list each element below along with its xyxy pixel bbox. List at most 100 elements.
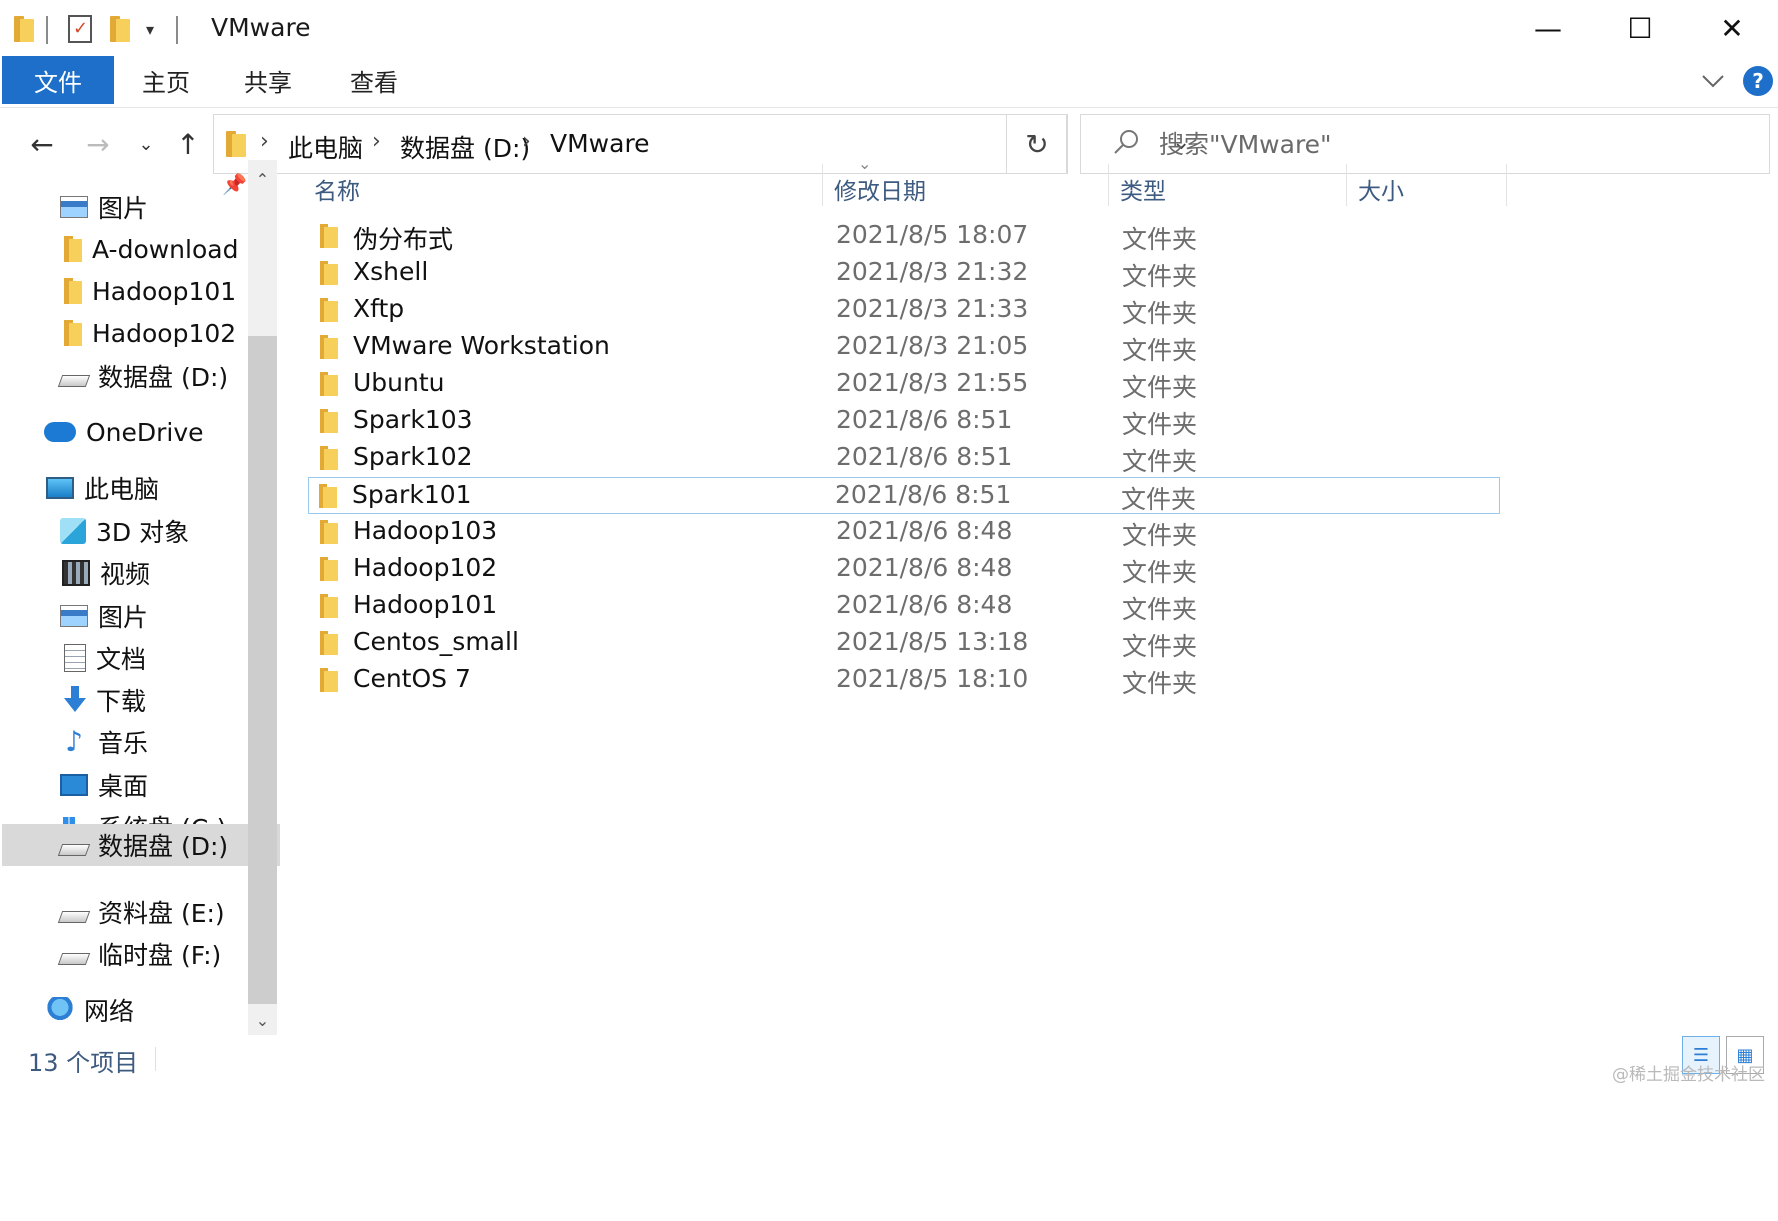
file-name: Spark103: [353, 405, 473, 434]
new-folder-icon[interactable]: [110, 14, 132, 44]
nav-item-onedrive[interactable]: OneDrive: [2, 409, 280, 455]
breadcrumb-separator-icon[interactable]: ›: [260, 129, 269, 154]
quick-access-dropdown-icon[interactable]: ▾: [146, 14, 154, 44]
back-arrow-icon[interactable]: ←: [24, 126, 60, 162]
column-type[interactable]: 类型: [1120, 172, 1166, 206]
nav-item-label: 网络: [84, 997, 135, 1026]
minimize-button[interactable]: —: [1502, 0, 1594, 56]
column-divider[interactable]: [1506, 164, 1507, 206]
nav-item-label: OneDrive: [86, 417, 204, 447]
file-modified: 2021/8/6 8:51: [835, 480, 1012, 509]
file-row[interactable]: Hadoop101 2021/8/6 8:48 文件夹: [310, 588, 1500, 625]
folder-icon: [320, 668, 338, 692]
file-row[interactable]: Spark103 2021/8/6 8:51 文件夹: [310, 403, 1500, 440]
file-name: Xftp: [353, 294, 405, 323]
nav-item-label: 图片: [98, 603, 149, 632]
file-row[interactable]: Xftp 2021/8/3 21:33 文件夹: [310, 292, 1500, 329]
pin-icon[interactable]: 📌: [222, 172, 247, 196]
folder-icon: [320, 594, 338, 618]
up-arrow-icon[interactable]: ↑: [170, 126, 206, 162]
nav-item-music[interactable]: ♪ 音乐: [2, 719, 280, 765]
file-row[interactable]: Centos_small 2021/8/5 13:18 文件夹: [310, 625, 1500, 662]
properties-icon[interactable]: [68, 14, 92, 44]
file-type: 文件夹: [1121, 485, 1197, 514]
file-row[interactable]: Ubuntu 2021/8/3 21:55 文件夹: [310, 366, 1500, 403]
nav-item-network[interactable]: 网络: [2, 987, 280, 1033]
maximize-button[interactable]: ☐: [1594, 0, 1686, 56]
column-divider[interactable]: [822, 164, 823, 206]
folder-icon: [320, 520, 338, 544]
search-icon: [1114, 130, 1138, 154]
file-row[interactable]: Hadoop102 2021/8/6 8:48 文件夹: [310, 551, 1500, 588]
file-name: Hadoop102: [353, 553, 498, 582]
nav-item-documents[interactable]: 文档: [2, 635, 280, 681]
tab-share[interactable]: 共享: [222, 56, 314, 104]
nav-item-label: Hadoop102: [92, 318, 237, 348]
nav-item-hadoop101[interactable]: Hadoop101: [2, 268, 280, 314]
file-row-selected[interactable]: Spark101 2021/8/6 8:51 文件夹: [308, 477, 1500, 514]
drive-icon: [57, 953, 91, 965]
folder-icon: [319, 484, 337, 508]
navigation-scrollbar[interactable]: ⌃ ⌄: [248, 160, 277, 1035]
column-divider[interactable]: [1346, 164, 1347, 206]
folder-icon: [320, 261, 338, 285]
nav-item-temp-drive[interactable]: 临时盘 (F:): [2, 931, 280, 977]
help-icon[interactable]: ?: [1743, 66, 1773, 96]
folder-icon: [226, 131, 248, 157]
tab-view[interactable]: 查看: [328, 56, 420, 104]
file-row[interactable]: Hadoop103 2021/8/6 8:48 文件夹: [310, 514, 1500, 551]
column-name[interactable]: 名称: [314, 172, 360, 206]
watermark: @稀土掘金技术社区: [1612, 1065, 1765, 1085]
navigation-pane: 图片 A-download Hadoop101 Hadoop102 数据盘 (D…: [0, 184, 282, 1174]
nav-item-resource-drive[interactable]: 资料盘 (E:): [2, 889, 280, 935]
nav-item-data-drive[interactable]: 数据盘 (D:): [2, 824, 280, 866]
folder-icon: [14, 14, 36, 44]
file-type: 文件夹: [1122, 595, 1198, 624]
nav-item-hadoop102[interactable]: Hadoop102: [2, 310, 280, 356]
file-modified: 2021/8/6 8:48: [836, 553, 1013, 582]
scroll-down-arrow-icon[interactable]: ⌄: [248, 1005, 277, 1035]
recent-locations-chevron-icon[interactable]: ⌄: [128, 126, 164, 162]
column-divider[interactable]: [1108, 164, 1109, 206]
nav-item-this-pc[interactable]: 此电脑: [2, 465, 280, 511]
column-size[interactable]: 大小: [1358, 172, 1404, 206]
nav-item-downloads[interactable]: 下载: [2, 677, 280, 723]
documents-icon: [64, 644, 86, 672]
scroll-up-arrow-icon[interactable]: ⌃: [248, 164, 277, 194]
nav-item-desktop[interactable]: 桌面: [2, 762, 280, 808]
nav-item-label: 临时盘 (F:): [98, 941, 222, 970]
scrollbar-thumb[interactable]: [248, 336, 277, 1004]
forward-arrow-icon[interactable]: →: [80, 126, 116, 162]
tab-home[interactable]: 主页: [120, 56, 212, 104]
pictures-icon: [60, 605, 88, 627]
nav-item-videos[interactable]: 视频: [2, 550, 280, 596]
breadcrumb-vmware[interactable]: VMware: [550, 129, 650, 158]
ribbon-expand-icon[interactable]: [1698, 66, 1728, 96]
file-name: 伪分布式: [353, 225, 454, 254]
nav-item-data-drive-quick[interactable]: 数据盘 (D:): [2, 353, 280, 399]
file-row[interactable]: Spark102 2021/8/6 8:51 文件夹: [310, 440, 1500, 477]
nav-item-pictures[interactable]: 图片: [2, 593, 280, 639]
file-type: 文件夹: [1122, 558, 1198, 587]
tab-file[interactable]: 文件: [2, 56, 114, 104]
nav-item-a-download[interactable]: A-download: [2, 226, 280, 272]
nav-item-label: 文档: [96, 645, 147, 674]
file-row[interactable]: 伪分布式 2021/8/5 18:07 文件夹: [310, 218, 1500, 255]
downloads-icon: [64, 686, 86, 714]
drive-icon: [57, 911, 91, 923]
pictures-icon: [60, 196, 88, 218]
file-name: CentOS 7: [353, 664, 471, 693]
close-button[interactable]: ✕: [1686, 0, 1778, 56]
network-icon: [46, 997, 74, 1023]
breadcrumb-separator-icon[interactable]: ›: [372, 129, 381, 154]
file-name: Spark102: [353, 442, 473, 471]
file-modified: 2021/8/5 18:07: [836, 220, 1029, 249]
file-name: Xshell: [353, 257, 429, 286]
file-row[interactable]: Xshell 2021/8/3 21:32 文件夹: [310, 255, 1500, 292]
file-row[interactable]: VMware Workstation 2021/8/3 21:05 文件夹: [310, 329, 1500, 366]
file-row[interactable]: CentOS 7 2021/8/5 18:10 文件夹: [310, 662, 1500, 699]
breadcrumb-separator-icon[interactable]: ›: [522, 129, 531, 154]
nav-item-3d-objects[interactable]: 3D 对象: [2, 508, 280, 554]
column-modified[interactable]: 修改日期: [834, 172, 926, 206]
file-type: 文件夹: [1122, 521, 1198, 550]
